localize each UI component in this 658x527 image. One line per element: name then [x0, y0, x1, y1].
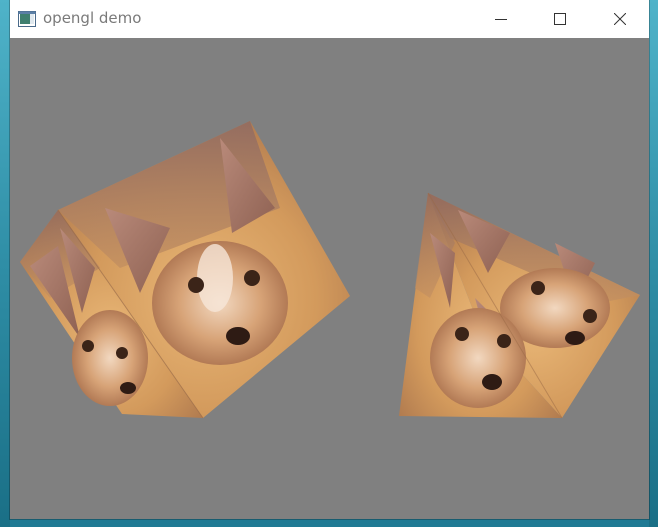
opengl-viewport[interactable] [10, 38, 649, 519]
textured-cube-right [399, 192, 640, 419]
app-window: opengl demo [10, 0, 649, 519]
desktop-background-right [649, 0, 658, 527]
window-title: opengl demo [43, 9, 142, 27]
opengl-app-icon [18, 11, 36, 27]
render-canvas [20, 121, 640, 419]
title-bar[interactable]: opengl demo [10, 0, 649, 38]
close-button[interactable] [591, 0, 649, 38]
close-icon [614, 13, 626, 25]
minimize-button[interactable] [472, 0, 530, 38]
textured-cube-left [20, 121, 350, 419]
minimize-icon [495, 13, 507, 25]
desktop-background-left [0, 0, 10, 527]
maximize-icon [554, 13, 566, 25]
maximize-button[interactable] [531, 0, 589, 38]
